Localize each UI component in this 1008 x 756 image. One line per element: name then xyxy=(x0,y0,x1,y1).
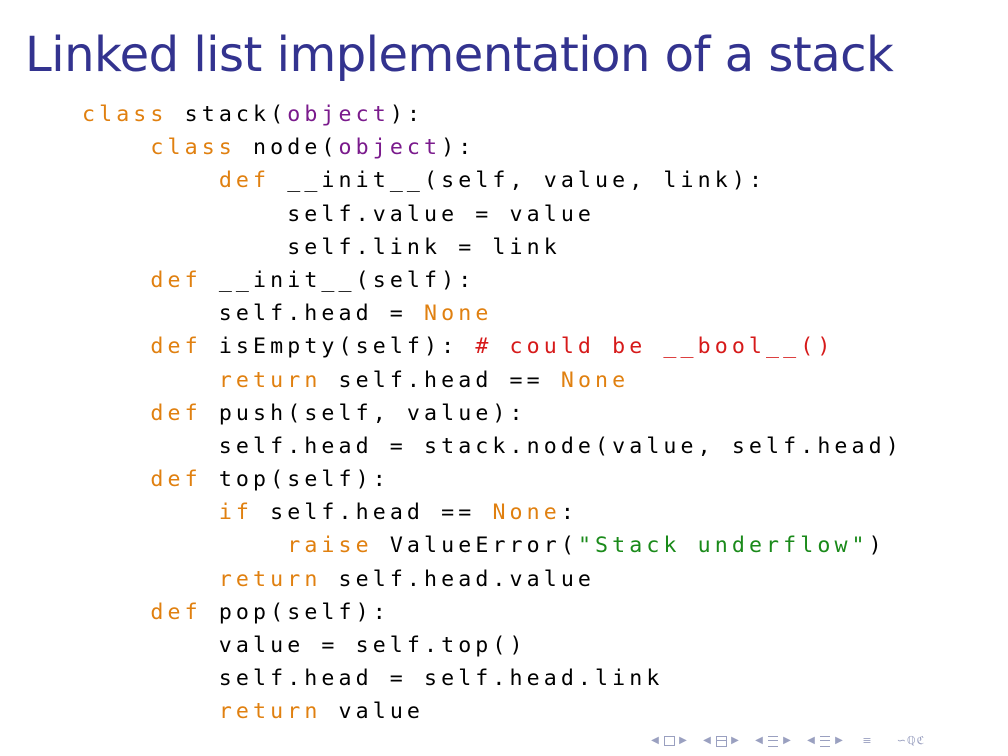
keyword-token: return xyxy=(218,699,322,725)
code-line: def top(self): xyxy=(82,463,903,496)
code-text: node( xyxy=(235,135,339,161)
beamer-navigation-bar: ◀ ▶ ◀ ▶ ◀ ▶ ◀ ▶ ≡ ∽ℚℭ xyxy=(650,731,990,751)
comment-token: # could be __bool__() xyxy=(475,334,835,360)
code-text: __init__(self): xyxy=(201,267,476,293)
builtin-token: object xyxy=(338,135,442,161)
keyword-token: class xyxy=(150,135,236,161)
nav-next-frame-arrow[interactable]: ▶ xyxy=(678,731,688,751)
code-line: class stack(object): xyxy=(82,98,903,131)
code-text: stack( xyxy=(167,102,288,127)
section-icon[interactable] xyxy=(764,731,782,751)
nav-next-document-arrow[interactable]: ▶ xyxy=(834,731,844,751)
nav-next-subsection-arrow[interactable]: ▶ xyxy=(730,731,740,751)
code-text: self.head == xyxy=(253,500,493,526)
code-line: self.head = stack.node(value, self.head) xyxy=(82,430,903,463)
keyword-token: if xyxy=(218,500,254,526)
slide: Linked list implementation of a stack cl… xyxy=(0,0,1008,756)
code-text: __init__(self, value, link): xyxy=(270,168,767,194)
code-line: return value xyxy=(82,695,903,728)
code-line: self.link = link xyxy=(82,231,903,264)
appendix-icon[interactable]: ≡ xyxy=(858,731,876,751)
code-line: self.head = self.head.link xyxy=(82,662,903,695)
keyword-token: def xyxy=(150,334,202,360)
code-text: value xyxy=(321,699,425,725)
code-text: self.head == xyxy=(321,367,561,393)
search-icon[interactable]: ∽ℚℭ xyxy=(890,731,932,751)
keyword-token: None xyxy=(560,367,630,393)
code-text: value = self.top() xyxy=(82,633,527,658)
code-text: ): xyxy=(389,102,425,127)
code-line: def __init__(self, value, link): xyxy=(82,164,903,197)
code-text: self.head = xyxy=(82,301,425,327)
code-line: return self.head.value xyxy=(82,563,903,596)
code-line: value = self.top() xyxy=(82,629,903,662)
code-text: self.value = value xyxy=(82,201,596,227)
code-text: ): xyxy=(441,135,476,161)
subsection-icon[interactable] xyxy=(712,731,730,751)
keyword-token: def xyxy=(150,467,202,493)
code-text: isEmpty(self): xyxy=(201,334,476,360)
keyword-token: raise xyxy=(287,533,373,559)
keyword-token: def xyxy=(150,599,202,625)
code-text: : xyxy=(560,500,578,526)
code-text: push(self, value): xyxy=(201,400,527,426)
keyword-token: return xyxy=(218,367,322,393)
keyword-token: def xyxy=(150,400,202,426)
keyword-token: def xyxy=(150,267,202,293)
document-icon[interactable] xyxy=(816,731,834,751)
nav-prev-section-arrow[interactable]: ◀ xyxy=(754,731,764,751)
nav-prev-document-arrow[interactable]: ◀ xyxy=(806,731,816,751)
code-line: return self.head == None xyxy=(82,364,903,397)
frame-icon[interactable] xyxy=(660,731,678,751)
string-token: "Stack underflow" xyxy=(577,533,869,559)
code-text: top(self): xyxy=(201,467,390,493)
code-text: self.head = stack.node(value, self.head) xyxy=(82,433,903,459)
nav-next-section-arrow[interactable]: ▶ xyxy=(782,731,792,751)
keyword-token: def xyxy=(218,168,271,194)
code-line: class node(object): xyxy=(82,131,903,164)
code-line: def isEmpty(self): # could be __bool__() xyxy=(82,330,903,363)
keyword-token: class xyxy=(82,102,168,127)
code-line: def push(self, value): xyxy=(82,397,903,430)
code-text: self.head = self.head.link xyxy=(82,666,664,692)
code-line: self.head = None xyxy=(82,297,903,330)
code-text: ValueError( xyxy=(372,533,578,559)
nav-prev-frame-arrow[interactable]: ◀ xyxy=(650,731,660,751)
code-block: class stack(object): class node(object):… xyxy=(82,98,903,729)
code-text: ) xyxy=(868,533,886,559)
code-text: self.link = link xyxy=(82,234,561,260)
code-text: pop(self): xyxy=(201,599,390,625)
code-line: if self.head == None: xyxy=(82,496,903,529)
keyword-token: None xyxy=(424,301,493,327)
code-text: self.head.value xyxy=(321,566,596,592)
code-line: raise ValueError("Stack underflow") xyxy=(82,529,903,562)
keyword-token: None xyxy=(492,500,561,526)
keyword-token: return xyxy=(218,566,322,592)
builtin-token: object xyxy=(287,102,390,127)
nav-prev-subsection-arrow[interactable]: ◀ xyxy=(702,731,712,751)
code-line: def pop(self): xyxy=(82,596,903,629)
slide-title: Linked list implementation of a stack xyxy=(25,27,894,83)
code-line: def __init__(self): xyxy=(82,264,903,297)
code-line: self.value = value xyxy=(82,198,903,231)
